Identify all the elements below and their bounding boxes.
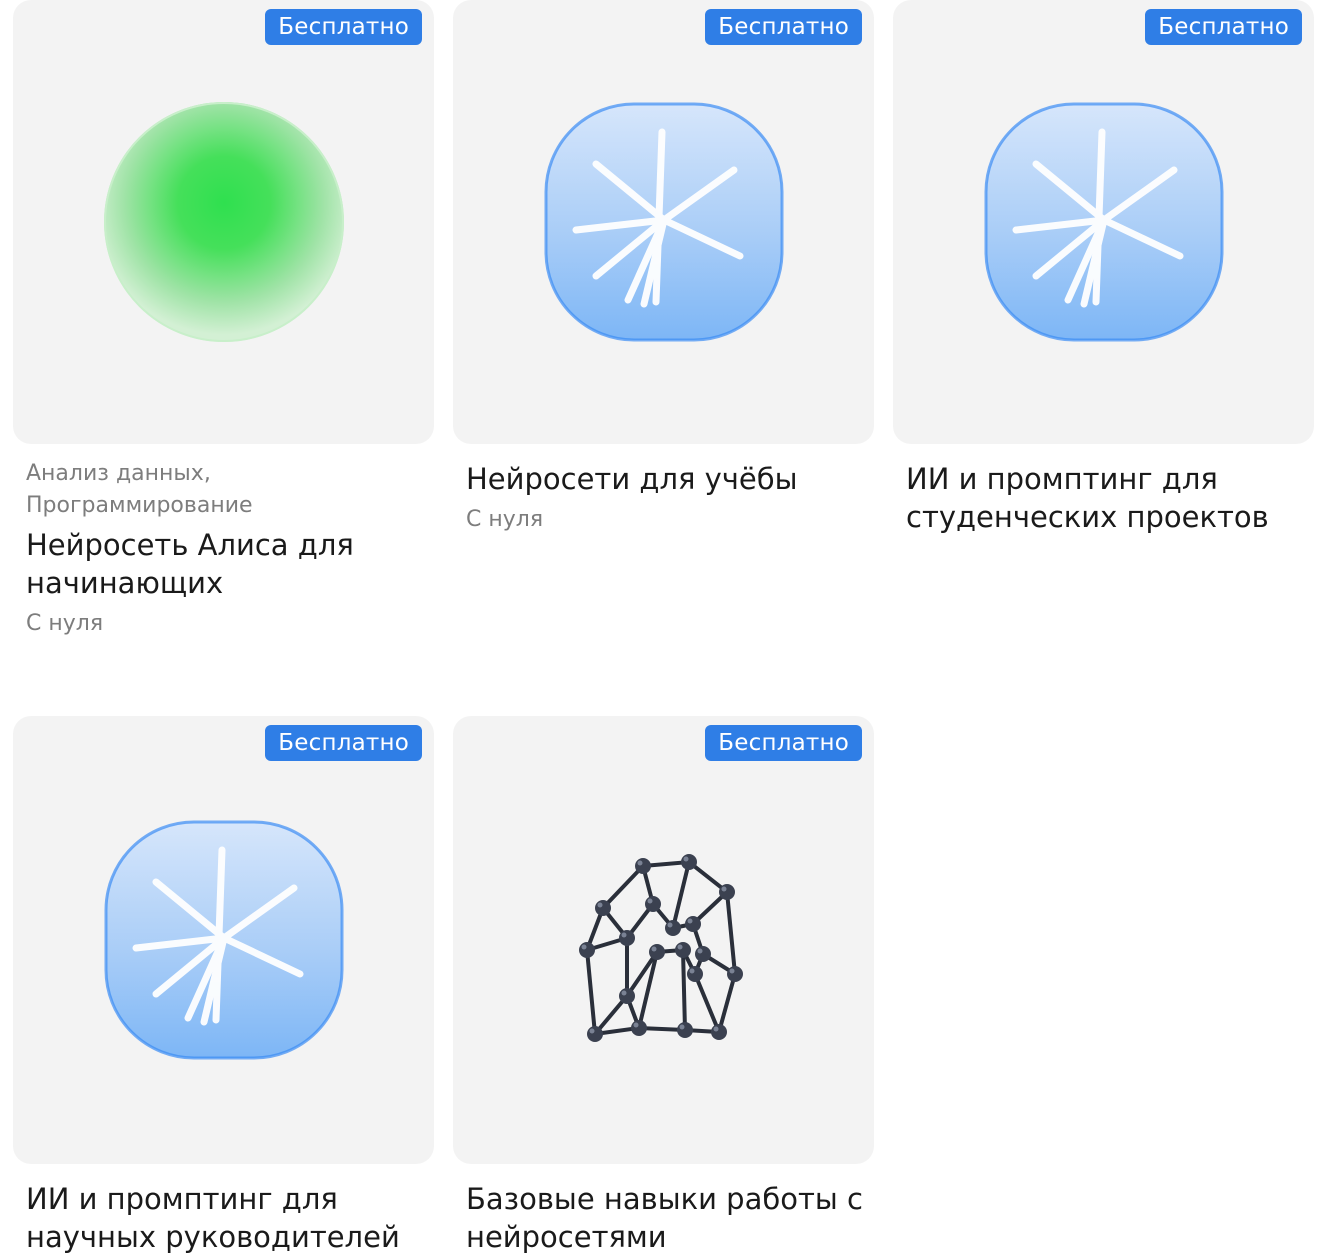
free-badge: Бесплатно (265, 9, 422, 45)
free-badge: Бесплатно (265, 725, 422, 761)
course-card-study[interactable]: Бесплатно Нейросети для учёбы С нуля (453, 0, 874, 536)
course-level: С нуля (466, 507, 544, 532)
course-grid: Бесплатно Анализ данных, Программировани… (0, 0, 1324, 1258)
course-title[interactable]: Нейросети для учёбы (466, 460, 861, 498)
course-title[interactable]: Базовые навыки работы с нейросетями (466, 1180, 866, 1256)
course-card-basic-skills[interactable]: Бесплатно Базовые навыки работы с нейрос… (453, 716, 874, 1256)
blue-sparkle-icon (104, 820, 343, 1060)
free-badge: Бесплатно (705, 725, 862, 761)
course-card-supervisors[interactable]: Бесплатно ИИ и промптинг для научных рук… (13, 716, 434, 1256)
course-thumbnail: Бесплатно (453, 716, 874, 1164)
blue-sparkle-icon (544, 102, 783, 342)
course-thumbnail: Бесплатно (13, 0, 434, 444)
molecule-network-icon (578, 853, 743, 1042)
course-tags: Анализ данных, Программирование (26, 461, 253, 518)
course-thumbnail: Бесплатно (453, 0, 874, 444)
course-title[interactable]: Нейросеть Алиса для начинающих (26, 526, 386, 602)
course-title[interactable]: ИИ и промптинг для научных руководителей (26, 1180, 406, 1256)
course-card-student-projects[interactable]: Бесплатно ИИ и промптинг для студенчески… (893, 0, 1314, 536)
course-thumbnail: Бесплатно (893, 0, 1314, 444)
green-orb-icon (103, 102, 344, 342)
free-badge: Бесплатно (1145, 9, 1302, 45)
free-badge: Бесплатно (705, 9, 862, 45)
course-card-alice[interactable]: Бесплатно Анализ данных, Программировани… (13, 0, 434, 640)
course-level: С нуля (26, 611, 104, 636)
course-thumbnail: Бесплатно (13, 716, 434, 1164)
course-title[interactable]: ИИ и промптинг для студенческих проектов (906, 460, 1276, 536)
blue-sparkle-icon (984, 102, 1223, 342)
